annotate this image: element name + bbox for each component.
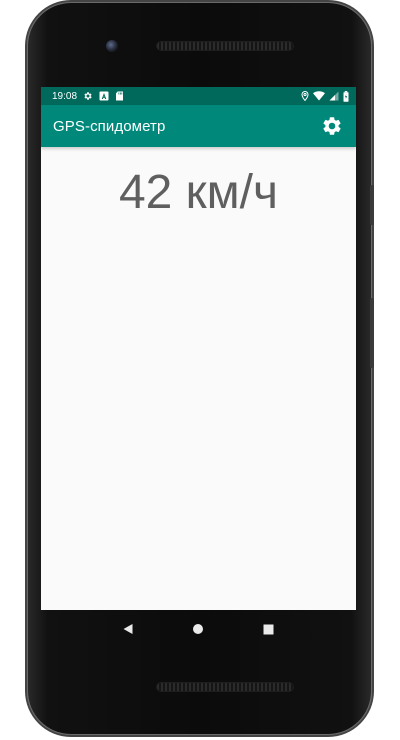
a-badge-icon [99, 91, 109, 101]
recents-button[interactable] [257, 617, 281, 641]
gear-icon [323, 117, 341, 135]
location-pin-icon [301, 91, 309, 101]
app-screen: 19:08 GPS-спидометр 42 км/ч [41, 87, 356, 610]
signal-icon [329, 91, 339, 101]
volume-button [370, 298, 374, 368]
wifi-icon [313, 91, 325, 101]
recents-icon [263, 624, 274, 634]
settings-button[interactable] [320, 114, 344, 138]
top-speaker [157, 42, 293, 50]
navigation-bar [41, 610, 356, 648]
battery-icon [343, 90, 349, 102]
power-button [370, 185, 374, 225]
status-time: 19:08 [52, 90, 78, 102]
speed-readout: 42 км/ч [118, 166, 279, 219]
home-button[interactable] [186, 617, 210, 641]
sd-card-icon [115, 91, 124, 101]
back-icon [123, 624, 133, 634]
status-bar: 19:08 [41, 87, 356, 105]
gear-icon [83, 91, 93, 101]
app-title: GPS-спидометр [53, 117, 166, 135]
back-button[interactable] [116, 617, 140, 641]
front-camera [106, 40, 118, 52]
app-bar: GPS-спидометр [41, 105, 356, 147]
home-icon [193, 624, 204, 634]
bottom-speaker [157, 683, 293, 691]
